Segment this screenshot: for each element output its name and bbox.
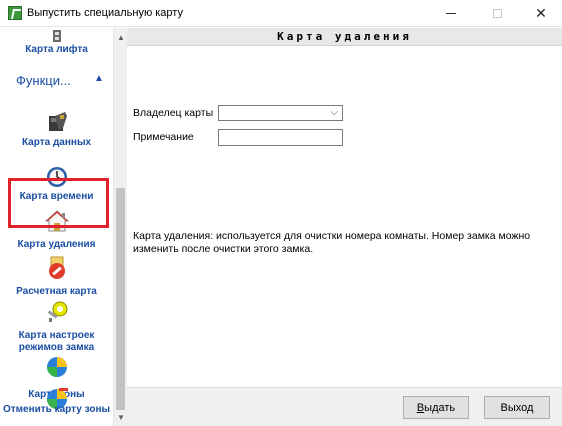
zone-icon <box>46 357 67 377</box>
sidebar-item-cancel-zone-card[interactable]: Отменить карту зоны <box>0 388 113 426</box>
note-input[interactable] <box>218 129 343 146</box>
sidebar-item-lock-mode-card[interactable]: Карта настроек режимов замка <box>0 300 113 356</box>
sidebar-item-label-line1: Карта настроек <box>18 330 95 341</box>
sidebar-item-data-card[interactable]: Карта данных <box>0 106 113 164</box>
sidebar-scrollbar[interactable]: ▲ ▼ <box>113 28 127 426</box>
minimize-icon <box>446 13 456 14</box>
scroll-thumb[interactable] <box>116 188 125 410</box>
page-title: Карта удаления <box>127 28 562 46</box>
sidebar-item-label: Расчетная карта <box>16 286 97 297</box>
scroll-up-icon[interactable]: ▲ <box>114 30 128 44</box>
window-title: Выпустить специальную карту <box>27 7 183 19</box>
issue-button-label: ыдать <box>424 401 456 414</box>
maximize-button[interactable] <box>475 0 519 27</box>
sidebar-item-label: Карта данных <box>21 137 92 148</box>
group-header-label: Функци... <box>16 73 71 88</box>
sidebar-item-label: Карта удаления <box>17 239 96 250</box>
main-panel <box>127 46 562 387</box>
key-settings-icon <box>47 301 67 322</box>
sidebar: Карта лифта Функци... ▲ Карта данных Кар… <box>0 28 113 426</box>
note-label: Примечание <box>133 131 194 143</box>
owner-label: Владелец карты <box>133 107 214 119</box>
maximize-icon <box>492 9 502 18</box>
issue-button[interactable]: Выдать <box>403 396 469 419</box>
sidebar-item-elevator-card[interactable]: Карта лифта <box>0 28 113 64</box>
elevator-icon <box>52 30 61 42</box>
sidebar-group-header[interactable]: Функци... ▲ <box>0 68 113 92</box>
exit-button[interactable]: Выход <box>484 396 550 419</box>
app-icon <box>8 6 22 20</box>
owner-select[interactable]: ⌵ <box>218 105 343 121</box>
sidebar-item-settlement-card[interactable]: Расчетная карта <box>0 256 113 300</box>
selected-item-highlight <box>8 178 109 228</box>
sidebar-item-label: Карта лифта <box>25 44 88 55</box>
data-card-icon <box>48 112 67 131</box>
sidebar-item-label: Отменить карту зоны <box>2 404 111 415</box>
chevron-down-icon: ⌵ <box>330 107 338 118</box>
scroll-down-icon[interactable]: ▼ <box>114 410 128 424</box>
no-entry-icon <box>48 256 65 279</box>
title-bar: Выпустить специальную карту ✕ <box>0 0 562 27</box>
description-text: Карта удаления: используется для очистки… <box>133 230 531 255</box>
issue-button-mnemonic: В <box>416 401 425 414</box>
chevron-up-icon: ▲ <box>94 73 104 84</box>
sidebar-item-label-line2: режимов замка <box>18 342 95 353</box>
close-button[interactable]: ✕ <box>519 0 562 27</box>
minimize-button[interactable] <box>429 0 473 27</box>
